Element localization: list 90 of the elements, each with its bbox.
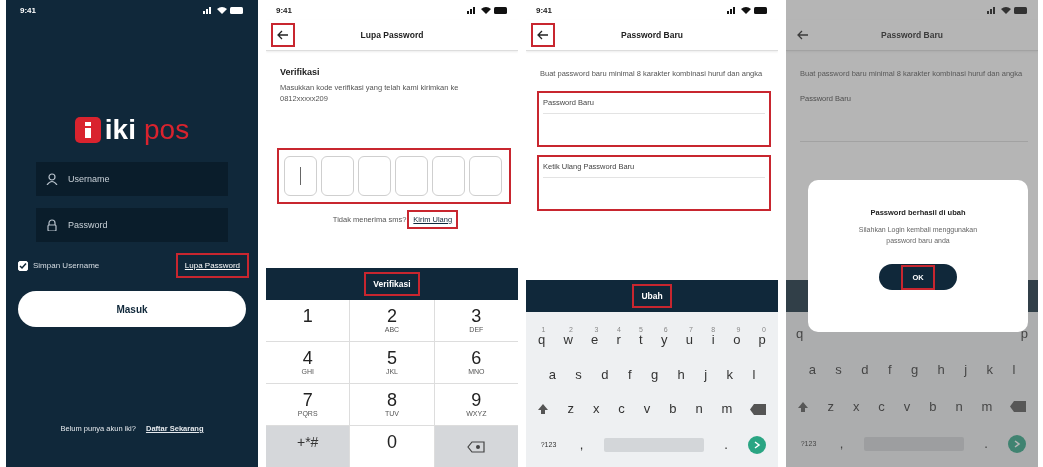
otp-digit-field[interactable] bbox=[395, 155, 428, 196]
keyboard-key[interactable]: l bbox=[749, 366, 759, 383]
otp-digit-field[interactable] bbox=[284, 155, 317, 196]
back-arrow-icon bbox=[277, 30, 289, 40]
backspace-key[interactable] bbox=[748, 401, 769, 417]
keyboard-key[interactable]: a bbox=[545, 366, 559, 383]
password-field[interactable]: Password bbox=[36, 208, 228, 242]
keyboard-key[interactable]: d bbox=[598, 366, 612, 383]
status-time: 9:41 bbox=[276, 5, 292, 15]
battery-icon bbox=[1014, 6, 1028, 14]
change-button[interactable]: Ubah bbox=[635, 287, 669, 305]
backspace-icon bbox=[467, 440, 486, 453]
keyboard-key[interactable]: s bbox=[572, 366, 585, 383]
keyboard-key[interactable]: v bbox=[640, 401, 654, 418]
keyboard-key[interactable]: c bbox=[615, 401, 628, 418]
go-button[interactable] bbox=[1008, 434, 1027, 453]
wifi-icon bbox=[481, 6, 491, 14]
go-button[interactable] bbox=[748, 435, 767, 454]
otp-digit-field[interactable] bbox=[321, 155, 354, 196]
keyboard-key[interactable]: , bbox=[576, 436, 587, 453]
keyboard-key[interactable]: q bbox=[793, 326, 807, 343]
section-heading: Verifikasi bbox=[280, 67, 321, 77]
otp-digit-field[interactable] bbox=[469, 155, 502, 196]
keypad-key[interactable]: 1 bbox=[266, 300, 350, 341]
screen-title: Password Baru bbox=[881, 30, 943, 40]
keyboard-key[interactable]: g bbox=[907, 362, 922, 379]
verify-button[interactable]: Verifikasi bbox=[367, 275, 417, 293]
space-bar[interactable] bbox=[603, 437, 704, 452]
login-button[interactable]: Masuk bbox=[18, 291, 246, 327]
keyboard-key[interactable]: p bbox=[1017, 326, 1031, 343]
keyboard-key[interactable]: l bbox=[1009, 362, 1019, 379]
keyboard-key[interactable]: h bbox=[934, 362, 948, 379]
username-field[interactable]: Username bbox=[36, 162, 228, 196]
keyboard-key[interactable]: g bbox=[647, 366, 662, 383]
logo-text: pos bbox=[144, 114, 190, 146]
back-arrow-icon bbox=[537, 30, 549, 40]
keyboard-key[interactable]: f bbox=[624, 366, 635, 383]
screen-title: Lupa Password bbox=[360, 30, 424, 40]
screen-title: Password Baru bbox=[621, 30, 683, 40]
keyboard-key[interactable]: d bbox=[858, 362, 872, 379]
keyboard-key[interactable]: n bbox=[952, 398, 966, 415]
keypad-key[interactable]: +*# bbox=[266, 426, 350, 467]
keyboard-key[interactable]: m bbox=[718, 401, 736, 418]
keyboard-key[interactable]: m bbox=[978, 398, 996, 415]
otp-digit-field[interactable] bbox=[432, 155, 465, 196]
signal-icon bbox=[467, 6, 478, 14]
keyboard-key[interactable]: , bbox=[836, 435, 847, 453]
keyboard-key[interactable]: z bbox=[824, 398, 837, 415]
keyboard-key[interactable]: c bbox=[875, 398, 888, 415]
keyboard-key[interactable]: . bbox=[981, 435, 991, 453]
keyboard-key[interactable]: . bbox=[721, 436, 731, 453]
battery-icon bbox=[754, 6, 768, 14]
keyboard-key[interactable]: n bbox=[692, 401, 706, 418]
keypad-key[interactable]: 0 bbox=[350, 426, 434, 467]
signal-icon bbox=[727, 6, 738, 14]
signal-icon bbox=[203, 6, 214, 14]
keyboard-key[interactable]: b bbox=[926, 398, 940, 415]
checkbox-label: Simpan Username bbox=[33, 261, 100, 270]
chevron-right-icon bbox=[753, 440, 762, 449]
keyboard-key[interactable]: k bbox=[983, 362, 996, 379]
wifi-icon bbox=[217, 6, 227, 14]
otp-digit-field[interactable] bbox=[358, 155, 391, 196]
battery-icon bbox=[494, 6, 508, 14]
backspace-key[interactable] bbox=[1008, 399, 1029, 415]
forgot-password-link[interactable]: Lupa Password bbox=[178, 256, 246, 275]
keyboard-key[interactable]: a bbox=[805, 362, 819, 379]
chevron-right-icon bbox=[1013, 439, 1022, 448]
logo-text: iki bbox=[104, 114, 136, 146]
keyboard-key[interactable]: s bbox=[832, 362, 845, 379]
wifi-icon bbox=[1001, 6, 1011, 14]
signal-icon bbox=[987, 6, 998, 14]
checkbox[interactable] bbox=[18, 260, 28, 271]
keyboard-key[interactable]: j bbox=[701, 366, 711, 383]
keyboard-key[interactable]: v bbox=[900, 398, 914, 415]
keyboard-key[interactable]: f bbox=[884, 362, 895, 379]
keyboard-key[interactable]: x bbox=[589, 401, 603, 418]
keyboard-key[interactable]: z bbox=[564, 401, 577, 418]
back-button[interactable] bbox=[534, 26, 552, 44]
wifi-icon bbox=[741, 6, 751, 14]
keyboard-key[interactable]: h bbox=[674, 366, 688, 383]
battery-icon bbox=[230, 6, 244, 14]
keyboard-key[interactable]: j bbox=[961, 362, 971, 379]
back-button[interactable] bbox=[274, 26, 292, 44]
logo-mark-icon bbox=[74, 117, 101, 143]
keyboard-key[interactable]: x bbox=[849, 398, 863, 415]
status-time: 9:41 bbox=[20, 5, 36, 15]
status-time: 9:41 bbox=[536, 5, 552, 15]
keyboard-key[interactable]: b bbox=[666, 401, 680, 418]
keyboard-key[interactable]: k bbox=[723, 366, 736, 383]
back-arrow-icon bbox=[797, 30, 809, 40]
